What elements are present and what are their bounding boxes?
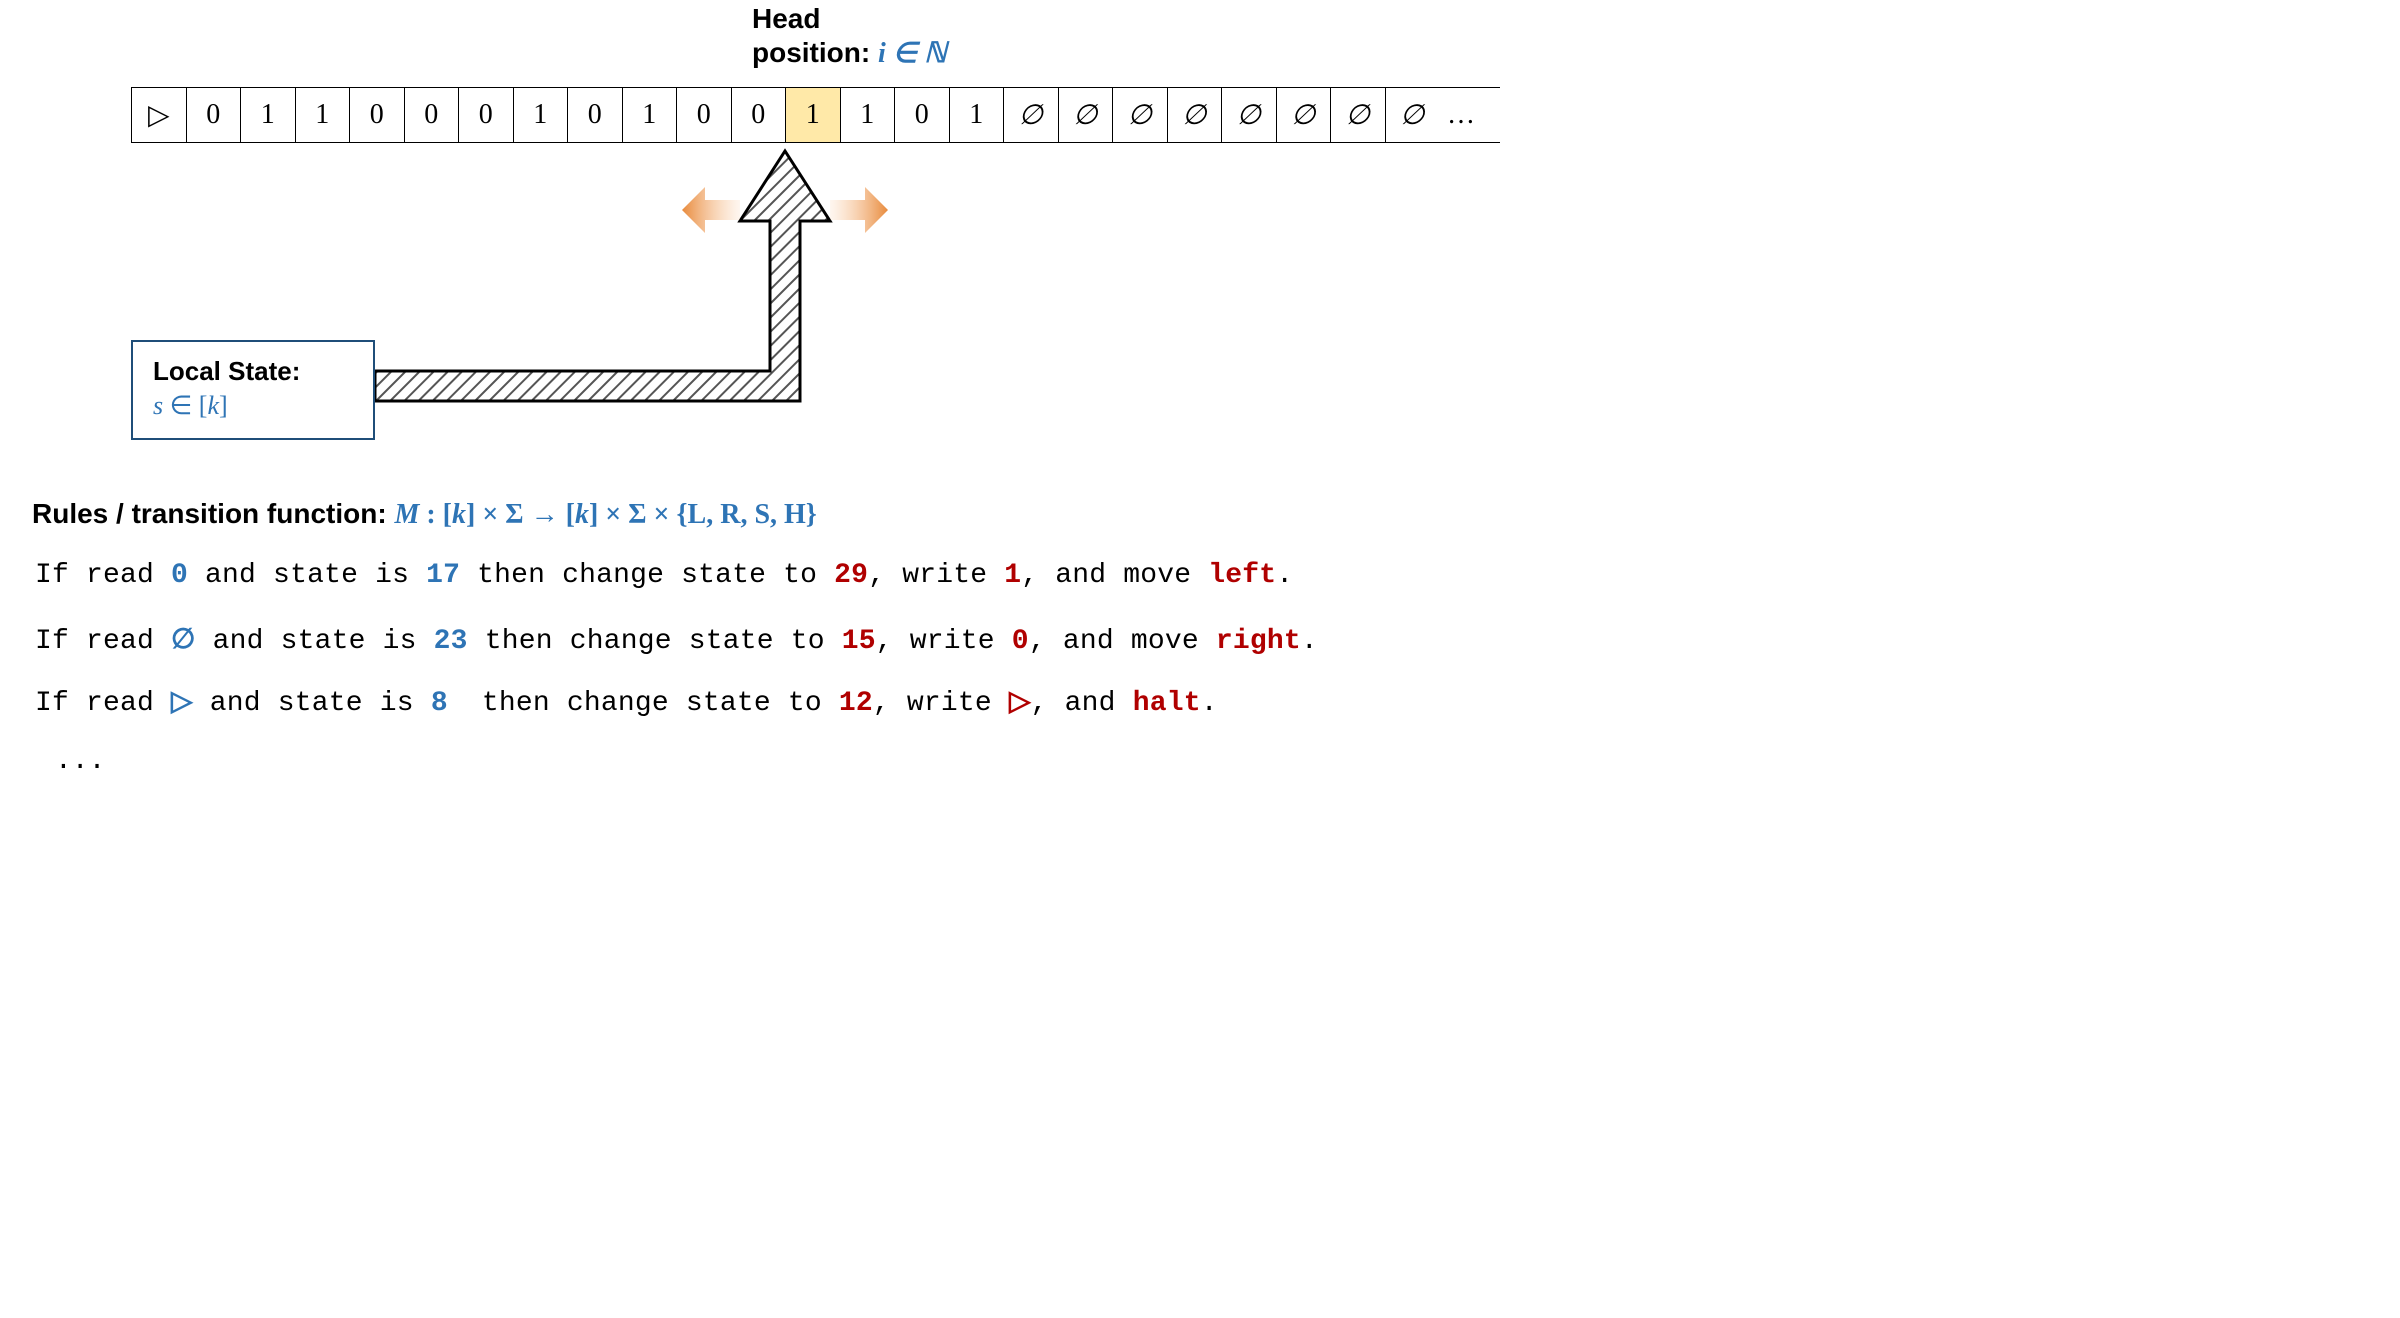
- tape-cell: ∅: [1003, 87, 1058, 143]
- head-label: Head position: i ∈ ℕ: [752, 2, 947, 71]
- tape-cell: 0: [567, 87, 622, 143]
- tape-cell: ∅: [1221, 87, 1276, 143]
- tape-cell: 0: [404, 87, 459, 143]
- tape-cell: 1: [295, 87, 350, 143]
- tape-cell: 0: [458, 87, 513, 143]
- rule-line: If read 0 and state is 17 then change st…: [35, 560, 1293, 591]
- tape-cell-head: 1: [785, 87, 840, 143]
- rule-line: If read ▷ and state is 8 then change sta…: [35, 684, 1218, 719]
- tape-cell: 1: [240, 87, 295, 143]
- rules-ellipsis: ...: [55, 746, 105, 777]
- tape: ▷ 0 1 1 0 0 0 1 0 1 0 0 1 1 0 1 ∅ ∅ ∅ ∅ …: [131, 87, 1500, 143]
- tape-ellipsis: …: [1439, 87, 1500, 143]
- local-state-title: Local State:: [153, 356, 353, 387]
- turing-machine-diagram: Head position: i ∈ ℕ ▷ 0 1 1 0 0 0 1 0 1…: [0, 0, 1500, 824]
- head-label-line1: Head: [752, 2, 947, 36]
- tape-cell: 0: [731, 87, 786, 143]
- tape-cell: 1: [513, 87, 568, 143]
- head-position-math: i ∈ ℕ: [878, 38, 947, 69]
- local-state-box: Local State: s ∈ [k]: [131, 340, 375, 440]
- tape-cell: 1: [840, 87, 895, 143]
- tape-cell: ∅: [1330, 87, 1385, 143]
- rules-heading-math: M : [k] × Σ → [k] × Σ × {L, R, S, H}: [394, 499, 816, 530]
- tape-cell: 0: [186, 87, 241, 143]
- tape-cell: 0: [676, 87, 731, 143]
- tape-cell: ∅: [1276, 87, 1331, 143]
- tape-cell: 1: [949, 87, 1004, 143]
- tape-cell: 0: [894, 87, 949, 143]
- tape-cell: ∅: [1385, 87, 1440, 143]
- tape-cell: ∅: [1167, 87, 1222, 143]
- tape-cell: ▷: [131, 87, 186, 143]
- tape-cell: 0: [349, 87, 404, 143]
- head-label-line2: position: i ∈ ℕ: [752, 36, 947, 71]
- tape-cell: ∅: [1058, 87, 1113, 143]
- tape-cell: ∅: [1112, 87, 1167, 143]
- move-left-arrow-icon: [680, 185, 740, 240]
- rules-heading: Rules / transition function: M : [k] × Σ…: [32, 498, 817, 531]
- move-right-arrow-icon: [830, 185, 890, 240]
- local-state-math: s ∈ [k]: [153, 391, 353, 421]
- tape-cell: 1: [622, 87, 677, 143]
- rule-line: If read ∅ and state is 23 then change st…: [35, 622, 1318, 657]
- head-pointer-arrow-icon: [375, 146, 855, 406]
